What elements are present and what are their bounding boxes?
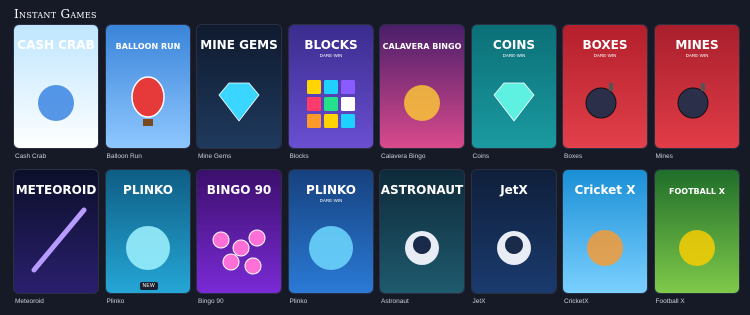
game-tile[interactable]: BINGO 90 Bingo 90 [197, 170, 282, 315]
game-thumbnail[interactable]: PLINKO NEW [105, 170, 190, 293]
game-caption: Meteoroid [15, 298, 44, 305]
game-artwork [678, 230, 715, 266]
game-caption: Mines [655, 153, 673, 160]
game-tile[interactable]: BALLOON RUN Balloon Run [105, 25, 191, 170]
game-logo: PLINKO [123, 183, 173, 197]
game-caption: CricketX [564, 298, 589, 305]
game-thumbnail[interactable]: COINS DARE·WIN [471, 25, 556, 148]
game-thumbnail[interactable]: BINGO 90 [197, 170, 281, 293]
game-caption: JetX [472, 298, 486, 305]
game-caption: Blocks [289, 153, 309, 160]
game-caption: Boxes [564, 153, 583, 160]
game-artwork [308, 226, 353, 270]
game-logo: BLOCKS [304, 38, 357, 52]
game-caption: Astronaut [381, 298, 409, 305]
game-thumbnail[interactable]: BLOCKS DARE·WIN [288, 25, 373, 148]
game-tile[interactable]: ASTRONAUT Astronaut [380, 170, 465, 315]
game-thumbnail[interactable]: Cricket X [563, 170, 647, 293]
game-thumbnail[interactable]: METEOROID [14, 170, 98, 293]
game-caption: Football X [655, 298, 685, 305]
game-tile[interactable]: MINE GEMS Mine Gems [197, 25, 282, 170]
game-logo: MINES [675, 38, 718, 52]
game-tile[interactable]: METEOROID Meteoroid [14, 170, 99, 315]
game-sublogo: DARE·WIN [319, 198, 342, 203]
game-logo: CALAVERA BINGO [383, 42, 462, 51]
game-tile[interactable]: CALAVERA BINGO Calavera Bingo [380, 25, 465, 170]
game-caption: Plinko [106, 298, 125, 305]
game-caption: Bingo 90 [198, 298, 224, 305]
game-caption: Plinko [289, 298, 308, 305]
game-caption: Balloon Run [106, 153, 142, 160]
section-title: Instant Games [14, 7, 97, 21]
game-thumbnail[interactable]: MINE GEMS [197, 25, 281, 148]
game-logo: ASTRONAUT [381, 183, 464, 197]
game-sublogo: DARE·WIN [685, 53, 708, 58]
game-artwork [306, 80, 355, 128]
game-caption: Cash Crab [15, 153, 47, 160]
game-logo: FOOTBALL X [669, 187, 726, 196]
games-grid: CASH CRAB Cash Crab BALLOON RUN Balloon Run… [14, 25, 739, 315]
game-tile[interactable]: PLINKO NEW Plinko [105, 170, 191, 315]
game-caption: Mine Gems [198, 153, 232, 160]
game-sublogo: DARE·WIN [594, 53, 617, 58]
game-logo: METEOROID [16, 183, 97, 197]
game-tile[interactable]: COINS DARE·WIN Coins [471, 25, 557, 170]
game-thumbnail[interactable]: CALAVERA BINGO [380, 25, 464, 148]
game-logo: COINS [492, 38, 534, 52]
game-thumbnail[interactable]: ASTRONAUT [380, 170, 464, 293]
game-logo: PLINKO [306, 183, 356, 197]
game-tile[interactable]: BLOCKS DARE·WIN Blocks [288, 25, 374, 170]
game-logo: Cricket X [575, 183, 637, 197]
game-logo: BALLOON RUN [115, 42, 180, 51]
game-logo: BINGO 90 [207, 183, 272, 197]
game-sublogo: DARE·WIN [502, 53, 525, 58]
game-thumbnail[interactable]: BOXES DARE·WIN [563, 25, 647, 148]
game-artwork [404, 85, 440, 121]
game-artwork [125, 226, 170, 270]
game-thumbnail[interactable]: MINES DARE·WIN [654, 25, 739, 148]
game-logo: CASH CRAB [17, 38, 94, 52]
game-tile[interactable]: JetX JetX [471, 170, 557, 315]
game-logo: JetX [499, 183, 528, 197]
new-badge: NEW [139, 282, 159, 290]
game-caption: Coins [472, 153, 490, 160]
game-tile[interactable]: BOXES DARE·WIN Boxes [563, 25, 648, 170]
game-thumbnail[interactable]: PLINKO DARE·WIN [288, 170, 373, 293]
game-logo: BOXES [582, 38, 627, 52]
game-sublogo: DARE·WIN [319, 53, 342, 58]
game-tile[interactable]: FOOTBALL X Football X [654, 170, 740, 315]
game-tile[interactable]: CASH CRAB Cash Crab [14, 25, 99, 170]
game-artwork [38, 85, 74, 121]
game-tile[interactable]: PLINKO DARE·WIN Plinko [288, 170, 374, 315]
game-thumbnail[interactable]: FOOTBALL X [654, 170, 739, 293]
game-artwork [405, 231, 439, 265]
game-logo: MINE GEMS [200, 38, 277, 52]
game-caption: Calavera Bingo [381, 153, 426, 160]
game-thumbnail[interactable]: CASH CRAB [14, 25, 98, 148]
game-tile[interactable]: MINES DARE·WIN Mines [654, 25, 740, 170]
game-artwork [496, 231, 531, 265]
game-thumbnail[interactable]: JetX [471, 170, 556, 293]
game-artwork [587, 230, 623, 266]
game-thumbnail[interactable]: BALLOON RUN [105, 25, 190, 148]
game-tile[interactable]: Cricket X CricketX [563, 170, 648, 315]
